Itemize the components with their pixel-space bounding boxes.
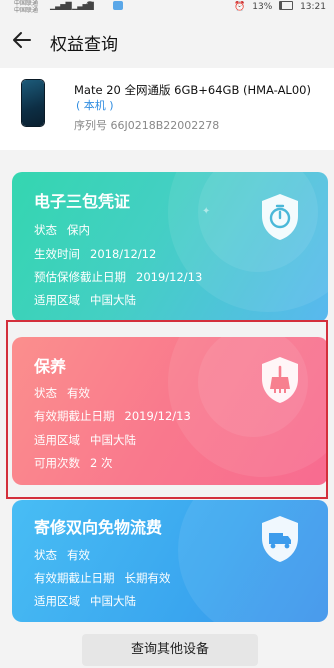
card-title: 电子三包凭证 <box>34 192 131 211</box>
row-value: 保内 <box>67 223 90 237</box>
row-value: 2019/12/13 <box>136 270 203 284</box>
row-value: 2019/12/13 <box>124 409 191 423</box>
stopwatch-shield-icon <box>262 194 298 240</box>
row-value: 中国大陆 <box>90 293 136 307</box>
carrier-labels: 中国联通 中国联通 <box>14 0 38 14</box>
app-notification-icon <box>113 1 123 10</box>
row-value: 有效 <box>67 386 90 400</box>
battery-percent: 13% <box>252 2 273 12</box>
card-row: 适用区域 中国大陆 <box>34 593 136 609</box>
warranty-card[interactable]: 电子三包凭证 状态 保内 生效时间 2018/12/12 预估保修截止日期 2019/… <box>12 172 328 322</box>
arrow-left-icon <box>13 32 31 48</box>
row-value: 2 次 <box>90 456 113 470</box>
back-button[interactable] <box>10 28 34 52</box>
row-value: 2018/12/12 <box>90 247 157 261</box>
phone-image <box>22 80 44 126</box>
maintenance-card[interactable]: 保养 状态 有效 有效期截止日期 2019/12/13 适用区域 中国大陆 可用次数 2… <box>12 337 328 485</box>
card-title: 寄修双向免物流费 <box>34 518 163 537</box>
card-row: 可用次数 2 次 <box>34 455 112 471</box>
row-label: 状态 <box>34 548 57 562</box>
card-row: 适用区域 中国大陆 <box>34 292 136 308</box>
row-label: 适用区域 <box>34 293 80 307</box>
serial-value: 66J0218B22002278 <box>110 119 220 132</box>
clock: 13:21 <box>300 2 326 12</box>
serial-label: 序列号 <box>74 119 107 132</box>
row-label: 可用次数 <box>34 456 80 470</box>
broom-shield-icon <box>262 357 298 403</box>
page-title: 权益查询 <box>50 35 118 55</box>
wifi-icon: ◠ <box>86 0 94 10</box>
row-label: 状态 <box>34 386 57 400</box>
card-row: 状态 有效 <box>34 547 90 563</box>
card-row: 状态 保内 <box>34 222 90 238</box>
row-label: 预估保修截止日期 <box>34 270 126 284</box>
row-label: 适用区域 <box>34 433 80 447</box>
row-value: 有效 <box>67 548 90 562</box>
sparkle-icon: ✦ <box>202 206 211 217</box>
card-row: 有效期截止日期 2019/12/13 <box>34 408 191 424</box>
alarm-icon: ⏰ <box>234 2 246 12</box>
device-info-card: Mate 20 全网通版 6GB+64GB (HMA-AL00) ( 本机 ) … <box>0 68 334 150</box>
card-title: 保养 <box>34 357 67 376</box>
row-label: 有效期截止日期 <box>34 409 115 423</box>
free-shipping-card[interactable]: 寄修双向免物流费 状态 有效 有效期截止日期 长期有效 适用区域 中国大陆 <box>12 500 328 622</box>
device-serial: 序列号 66J0218B22002278 <box>74 117 219 133</box>
carrier-2: 中国联通 <box>14 7 39 14</box>
truck-shield-icon <box>262 516 298 562</box>
row-label: 有效期截止日期 <box>34 571 115 585</box>
row-value: 中国大陆 <box>90 433 136 447</box>
card-row: 适用区域 中国大陆 <box>34 432 136 448</box>
card-row: 状态 有效 <box>34 385 90 401</box>
card-row: 预估保修截止日期 2019/12/13 <box>34 269 202 285</box>
device-name: Mate 20 全网通版 6GB+64GB (HMA-AL00) <box>74 83 311 97</box>
card-row: 生效时间 2018/12/12 <box>34 246 156 262</box>
query-other-device-button[interactable]: 查询其他设备 <box>82 634 258 666</box>
row-label: 状态 <box>34 223 57 237</box>
row-value: 中国大陆 <box>90 594 136 608</box>
app-header: 权益查询 <box>0 20 334 64</box>
battery-icon <box>279 1 294 10</box>
row-label: 生效时间 <box>34 247 80 261</box>
decor-circle <box>178 500 328 622</box>
status-bar: 中国联通 中国联通 ▁▃▅▇ ▁▃▅▇ ◠ ⏰ 13% 13:21 <box>0 0 334 14</box>
status-right: ⏰ 13% 13:21 <box>230 1 326 12</box>
row-value: 长期有效 <box>124 571 171 585</box>
device-local-tag: ( 本机 ) <box>76 99 114 112</box>
card-row: 有效期截止日期 长期有效 <box>34 570 171 586</box>
carrier-1: 中国联通 <box>14 0 39 7</box>
row-label: 适用区域 <box>34 594 80 608</box>
